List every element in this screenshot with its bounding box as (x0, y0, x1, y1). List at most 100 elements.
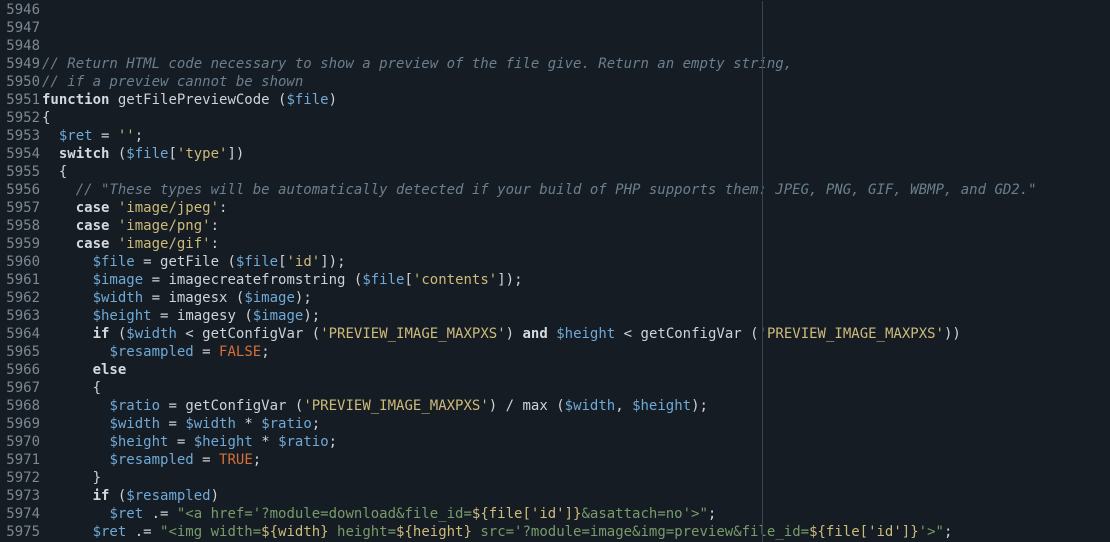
code-line[interactable]: $width = $width * $ratio; (42, 415, 1110, 433)
token: ${file['id']} (809, 524, 919, 540)
token (548, 326, 556, 342)
token: imagesx (168, 290, 227, 306)
token: $resampled (109, 344, 193, 360)
line-number-gutter: 5946594759485949595059515952595359545955… (0, 1, 42, 542)
token: FALSE (219, 344, 261, 360)
code-line[interactable]: $ratio = getConfigVar ('PREVIEW_IMAGE_MA… (42, 397, 1110, 415)
line-number: 5965 (0, 343, 40, 361)
token: ]) (227, 146, 244, 162)
token: $file (93, 254, 135, 270)
line-number: 5959 (0, 235, 40, 253)
line-number: 5958 (0, 217, 40, 235)
code-line[interactable]: { (42, 109, 1110, 127)
token: = (194, 452, 219, 468)
line-number: 5946 (0, 1, 40, 19)
token: else (93, 362, 127, 378)
line-number: 5974 (0, 505, 40, 523)
indent (42, 146, 59, 162)
indent (42, 362, 93, 378)
token: ( (548, 398, 565, 414)
code-editor[interactable]: 5946594759485949595059515952595359545955… (0, 0, 1110, 542)
token: < (615, 326, 640, 342)
code-line[interactable]: $image = imagecreatefromstring ($file['c… (42, 271, 1110, 289)
token: { (42, 110, 50, 126)
line-number: 5953 (0, 127, 40, 145)
indent (42, 506, 109, 522)
code-line[interactable]: if ($resampled) (42, 487, 1110, 505)
code-line[interactable]: if ($width < getConfigVar ('PREVIEW_IMAG… (42, 325, 1110, 343)
line-number: 5975 (0, 523, 40, 541)
code-line[interactable]: // if a preview cannot be shown (42, 73, 1110, 91)
token: 'type' (177, 146, 228, 162)
token: ); (691, 398, 708, 414)
token: "<img width= (160, 524, 261, 540)
token: $resampled (126, 488, 210, 504)
token: : (211, 236, 219, 252)
token: $width (185, 416, 236, 432)
code-line[interactable]: { (42, 163, 1110, 181)
token: 'image/gif' (118, 236, 211, 252)
indent (42, 416, 109, 432)
line-number: 5971 (0, 451, 40, 469)
token: = (168, 434, 193, 450)
line-number: 5969 (0, 415, 40, 433)
token: ; (135, 128, 143, 144)
code-line[interactable]: case 'image/gif': (42, 235, 1110, 253)
token: // if a preview cannot be shown (42, 74, 303, 90)
code-line[interactable]: case 'image/png': (42, 217, 1110, 235)
token: switch (59, 146, 110, 162)
line-number: 5950 (0, 73, 40, 91)
line-number: 5956 (0, 181, 40, 199)
indent (42, 524, 93, 540)
code-line[interactable]: $ret .= "<img width=${width} height=${he… (42, 523, 1110, 541)
indent (42, 434, 109, 450)
code-line[interactable]: case 'image/jpeg': (42, 199, 1110, 217)
token: ; (944, 524, 952, 540)
code-line[interactable]: $resampled = FALSE; (42, 343, 1110, 361)
line-number: 5967 (0, 379, 40, 397)
code-line[interactable]: $resampled = TRUE; (42, 451, 1110, 469)
indent (42, 398, 109, 414)
code-line[interactable]: $height = imagesy ($image); (42, 307, 1110, 325)
indent (42, 326, 93, 342)
token: ( (219, 254, 236, 270)
token: "<a href='?module=download&file_id= (177, 506, 472, 522)
token: = (160, 416, 185, 432)
code-line[interactable]: $file = getFile ($file['id']); (42, 253, 1110, 271)
token: $height (632, 398, 691, 414)
token: $ret (59, 128, 93, 144)
code-line[interactable]: function getFilePreviewCode ($file) (42, 91, 1110, 109)
token: ); (295, 290, 312, 306)
token: &asattach=no'>" (581, 506, 707, 522)
code-line[interactable]: $width = imagesx ($image); (42, 289, 1110, 307)
code-line[interactable]: else (42, 361, 1110, 379)
line-number: 5954 (0, 145, 40, 163)
token: case (76, 218, 110, 234)
code-line[interactable]: // Return HTML code necessary to show a … (42, 55, 1110, 73)
token: // Return HTML code necessary to show a … (42, 56, 792, 72)
code-line[interactable]: $ret .= "<a href='?module=download&file_… (42, 505, 1110, 523)
token: = (93, 128, 118, 144)
code-line[interactable]: } (42, 469, 1110, 487)
token: src='?module=image&img=preview&file_id= (472, 524, 809, 540)
token: 'PREVIEW_IMAGE_MAXPXS' (759, 326, 944, 342)
code-line[interactable]: $height = $height * $ratio; (42, 433, 1110, 451)
token: 'image/jpeg' (118, 200, 219, 216)
code-line[interactable]: switch ($file['type']) (42, 145, 1110, 163)
token: '' (118, 128, 135, 144)
token: $ratio (278, 434, 329, 450)
token: 'image/png' (118, 218, 211, 234)
code-line[interactable]: { (42, 379, 1110, 397)
indent (42, 272, 93, 288)
token: $width (565, 398, 616, 414)
token: ( (286, 398, 303, 414)
token: = (152, 308, 177, 324)
code-line[interactable]: $ret = ''; (42, 127, 1110, 145)
indent (42, 254, 93, 270)
token: getConfigVar (641, 326, 742, 342)
code-line[interactable]: // "These types will be automatically de… (42, 181, 1110, 199)
code-area[interactable]: // Return HTML code necessary to show a … (42, 1, 1110, 542)
token (109, 200, 117, 216)
token (109, 236, 117, 252)
token: ); (303, 308, 320, 324)
